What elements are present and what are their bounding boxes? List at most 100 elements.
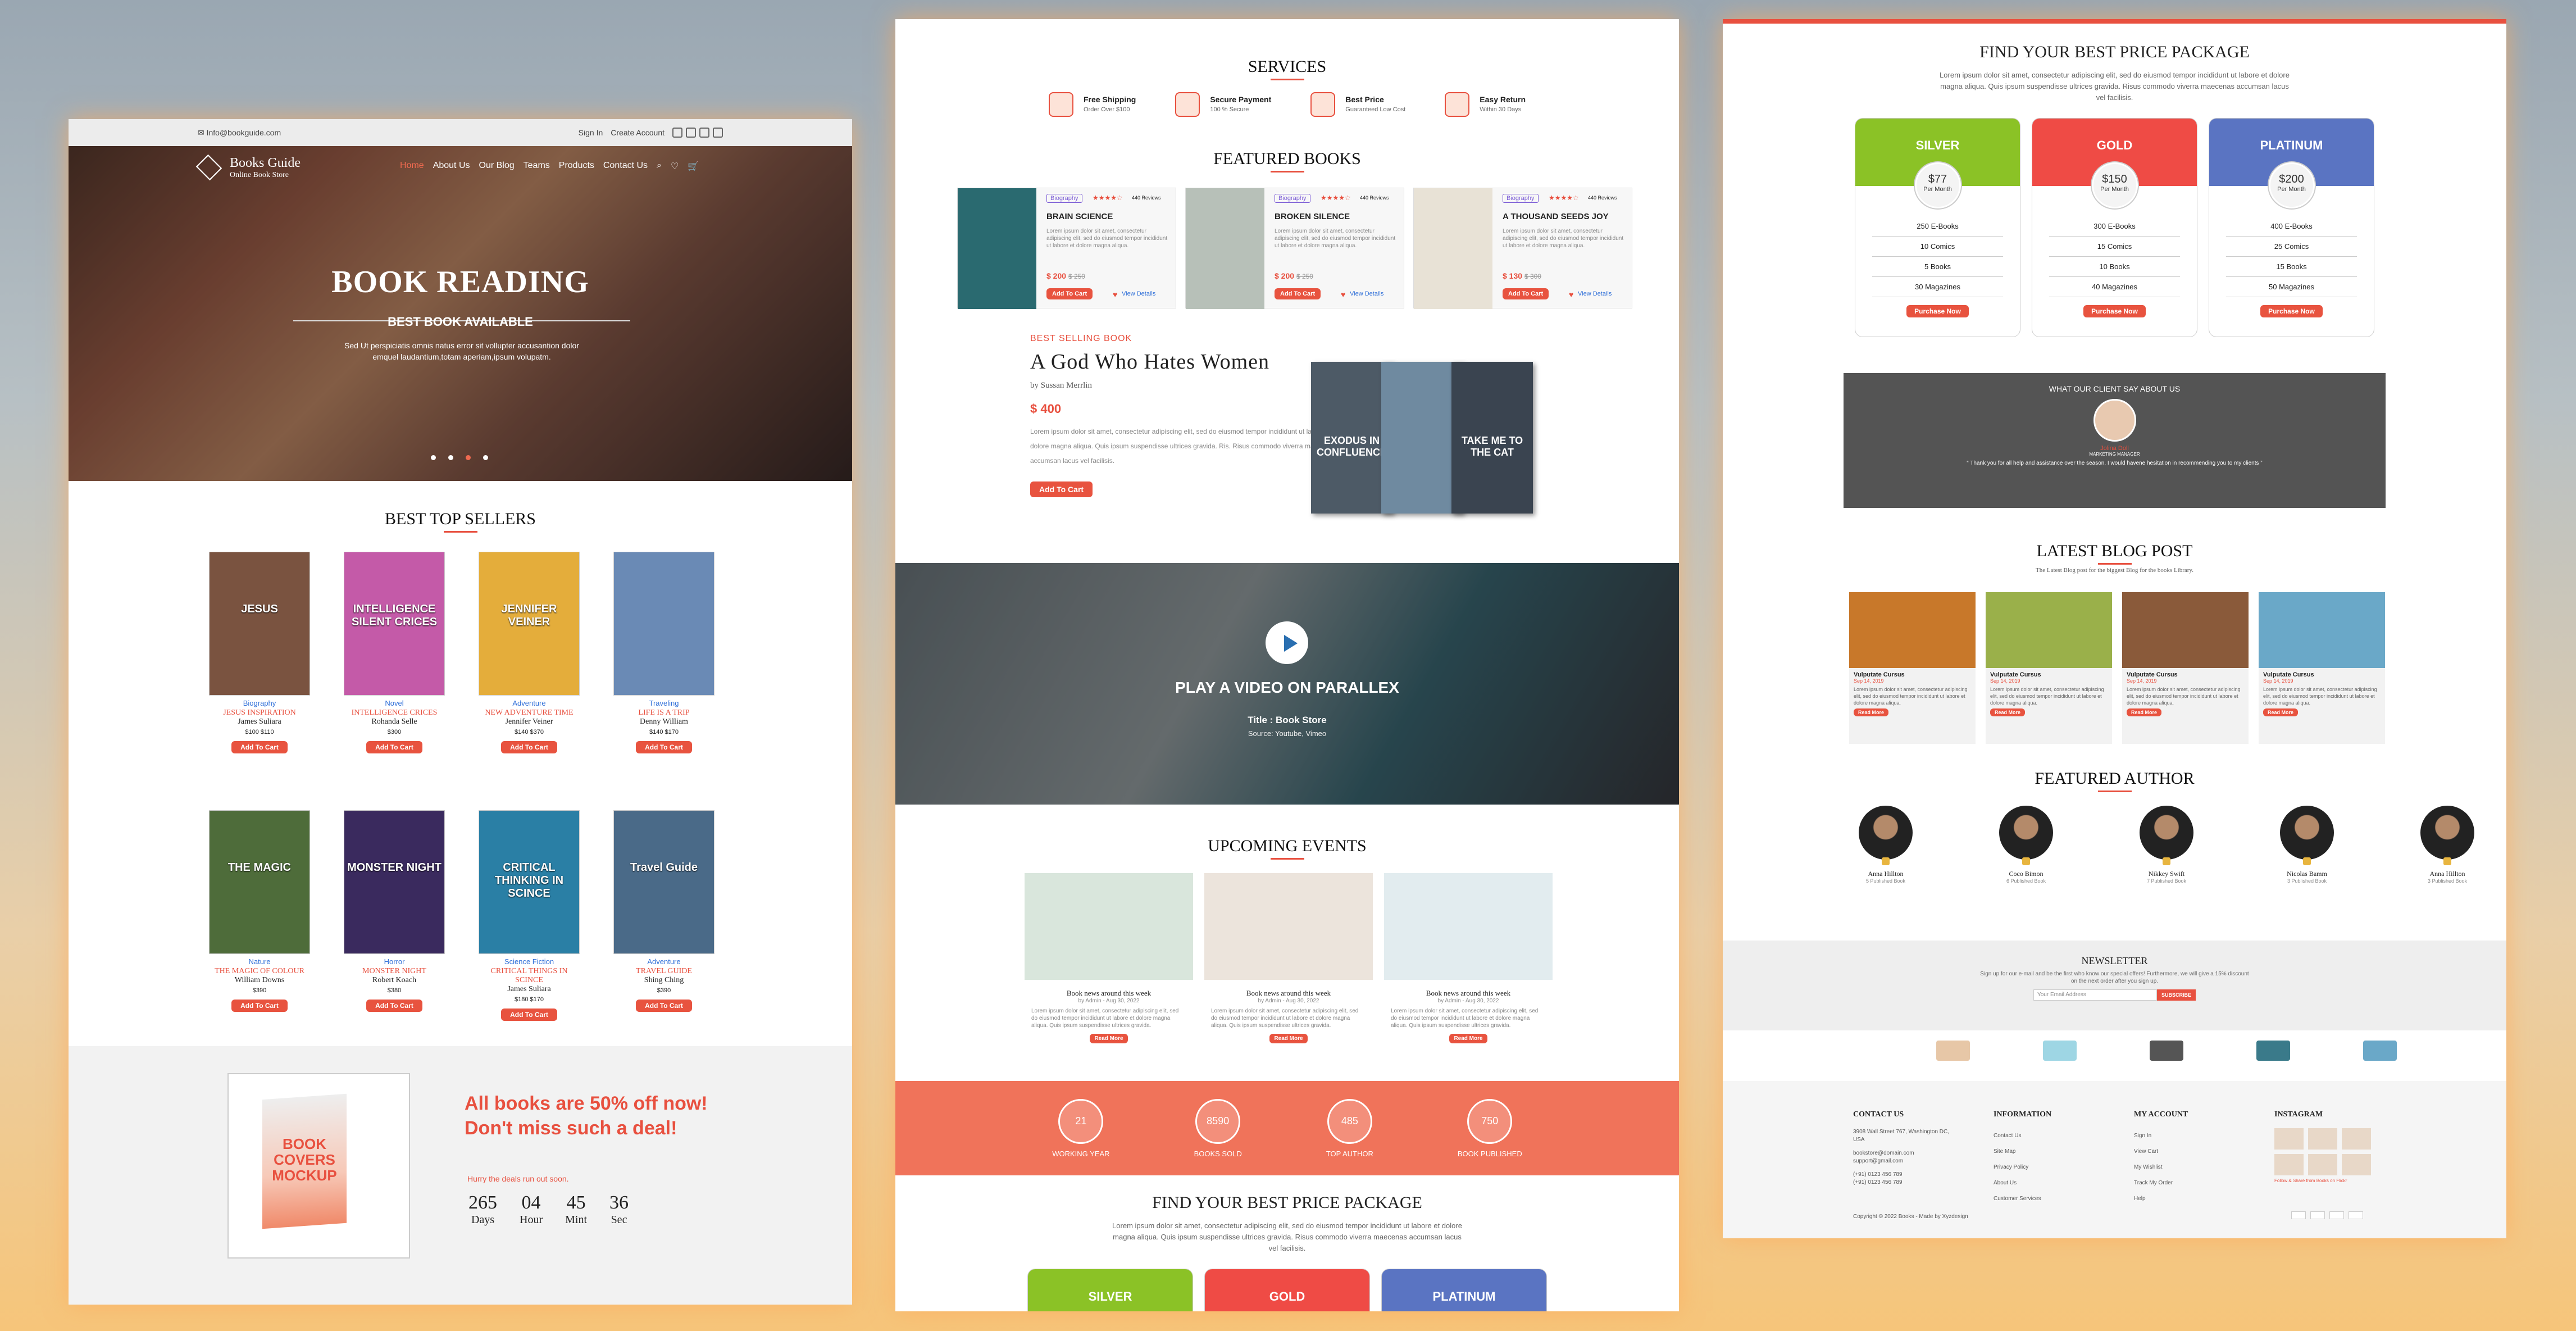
brand-logo[interactable] — [1936, 1041, 1970, 1061]
footer-link[interactable]: Privacy Policy — [1994, 1160, 2051, 1175]
create-account-link[interactable]: Create Account — [611, 128, 665, 137]
category-tag[interactable]: Biography — [1046, 194, 1082, 203]
heart-icon[interactable]: ♥ — [1341, 290, 1345, 299]
add-to-cart-button[interactable]: Add To Cart — [1275, 288, 1321, 299]
event-image[interactable] — [1384, 873, 1553, 980]
blog-title[interactable]: Vulputate Cursus — [2122, 668, 2249, 678]
book-cover[interactable]: THE MAGIC — [209, 810, 310, 954]
newsletter-email-input[interactable]: Your Email Address — [2033, 989, 2157, 1001]
read-more-button[interactable]: Read More — [1990, 708, 2026, 716]
nav-contact[interactable]: Contact Us — [603, 161, 648, 172]
nav-home[interactable]: Home — [400, 161, 424, 172]
book-title[interactable]: MONSTER NIGHT — [344, 967, 445, 976]
add-to-cart-button[interactable]: Add To Cart — [636, 741, 692, 753]
book-cover[interactable]: JENNIFER VEINER — [479, 552, 580, 696]
footer-link[interactable]: Track My Order — [2134, 1175, 2188, 1191]
book-title[interactable]: JESUS INSPIRATION — [209, 708, 310, 717]
add-to-cart-button[interactable]: Add To Cart — [1030, 481, 1093, 497]
site-logo[interactable]: Books Guide Online Book Store — [195, 154, 301, 181]
event-title[interactable]: Book news around this week — [1067, 989, 1151, 997]
read-more-button[interactable]: Read More — [2127, 708, 2162, 716]
purchase-button[interactable]: Purchase Now — [1906, 305, 1969, 317]
brand-logo[interactable] — [2256, 1041, 2290, 1061]
search-icon[interactable]: ⌕ — [657, 161, 662, 172]
nav-blog[interactable]: Our Blog — [479, 161, 515, 172]
footer-link[interactable]: Customer Services — [1994, 1191, 2051, 1207]
add-to-cart-button[interactable]: Add To Cart — [231, 741, 288, 753]
book-category[interactable]: Nature — [209, 957, 310, 966]
author-card[interactable]: Nicolas Bamm 3 Published Book — [2279, 806, 2335, 884]
book-category[interactable]: Biography — [209, 699, 310, 707]
book-title[interactable]: CRITICAL THINGS IN SCINCE — [479, 967, 580, 985]
instagram-icon[interactable] — [686, 128, 696, 138]
twitter-icon[interactable] — [699, 128, 709, 138]
book-title[interactable]: LIFE IS A TRIP — [613, 708, 714, 717]
book-category[interactable]: Novel — [344, 699, 445, 707]
nav-products[interactable]: Products — [559, 161, 594, 172]
slider-dots[interactable] — [431, 455, 488, 460]
brand-logo[interactable] — [2363, 1041, 2397, 1061]
subscribe-button[interactable]: SUBSCRIBE — [2156, 989, 2196, 1001]
event-image[interactable] — [1025, 873, 1193, 980]
blog-image[interactable] — [1986, 592, 2112, 668]
featured-title[interactable]: BRAIN SCIENCE — [1046, 212, 1113, 221]
brand-logo[interactable] — [2043, 1041, 2077, 1061]
event-image[interactable] — [1204, 873, 1373, 980]
footer-link[interactable]: Contact Us — [1994, 1128, 2051, 1144]
read-more-button[interactable]: Read More — [1854, 708, 1889, 716]
blog-title[interactable]: Vulputate Cursus — [2259, 668, 2385, 678]
footer-link[interactable]: Help — [2134, 1191, 2188, 1207]
footer-link[interactable]: About Us — [1994, 1175, 2051, 1191]
footer-link[interactable]: Sign In — [2134, 1128, 2188, 1144]
book-cover[interactable]: INTELLIGENCE SILENT CRICES — [344, 552, 445, 696]
book-cover[interactable]: MONSTER NIGHT — [344, 810, 445, 954]
event-title[interactable]: Book news around this week — [1426, 989, 1510, 997]
blog-image[interactable] — [2259, 592, 2385, 668]
book-cover[interactable]: CRITICAL THINKING IN SCINCE — [479, 810, 580, 954]
view-details-link[interactable]: View Details — [1122, 290, 1155, 297]
instagram-grid[interactable] — [2274, 1128, 2371, 1175]
book-category[interactable]: Traveling — [613, 699, 714, 707]
add-to-cart-button[interactable]: Add To Cart — [501, 741, 557, 753]
add-to-cart-button[interactable]: Add To Cart — [636, 1000, 692, 1012]
facebook-icon[interactable] — [672, 128, 682, 138]
book-category[interactable]: Horror — [344, 957, 445, 966]
book-category[interactable]: Adventure — [479, 699, 580, 707]
add-to-cart-button[interactable]: Add To Cart — [1503, 288, 1549, 299]
heart-icon[interactable]: ♡ — [671, 161, 679, 172]
linkedin-icon[interactable] — [713, 128, 723, 138]
footer-link[interactable]: View Cart — [2134, 1144, 2188, 1160]
read-more-button[interactable]: Read More — [1269, 1034, 1308, 1043]
category-tag[interactable]: Biography — [1275, 194, 1310, 203]
book-cover[interactable]: JESUS — [209, 552, 310, 696]
book-title[interactable]: INTELLIGENCE CRICES — [344, 708, 445, 717]
view-details-link[interactable]: View Details — [1350, 290, 1383, 297]
event-title[interactable]: Book news around this week — [1246, 989, 1331, 997]
email-link[interactable]: ✉ Info@bookguide.com — [198, 128, 281, 138]
heart-icon[interactable]: ♥ — [1113, 290, 1117, 299]
featured-cover[interactable] — [1186, 188, 1264, 309]
author-card[interactable]: Anna Hillton 5 Published Book — [1858, 806, 1914, 884]
featured-cover[interactable] — [1414, 188, 1492, 309]
read-more-button[interactable]: Read More — [2263, 708, 2299, 716]
book-title[interactable]: THE MAGIC OF COLOUR — [209, 967, 310, 976]
nav-about[interactable]: About Us — [433, 161, 470, 172]
view-details-link[interactable]: View Details — [1578, 290, 1612, 297]
blog-image[interactable] — [1849, 592, 1976, 668]
book-category[interactable]: Science Fiction — [479, 957, 580, 966]
featured-title[interactable]: A THOUSAND SEEDS JOY — [1503, 212, 1609, 221]
book-category[interactable]: Adventure — [613, 957, 714, 966]
blog-title[interactable]: Vulputate Cursus — [1849, 668, 1976, 678]
purchase-button[interactable]: Purchase Now — [2083, 305, 2146, 317]
add-to-cart-button[interactable]: Add To Cart — [366, 1000, 422, 1012]
featured-title[interactable]: BROKEN SILENCE — [1275, 212, 1350, 221]
heart-icon[interactable]: ♥ — [1569, 290, 1573, 299]
book-cover[interactable]: Travel Guide — [613, 810, 714, 954]
read-more-button[interactable]: Read More — [1449, 1034, 1487, 1043]
cart-icon[interactable]: 🛒 — [688, 161, 699, 172]
author-card[interactable]: Anna Hillton 3 Published Book — [2419, 806, 2475, 884]
play-button-icon[interactable] — [1266, 621, 1308, 664]
add-to-cart-button[interactable]: Add To Cart — [1046, 288, 1093, 299]
add-to-cart-button[interactable]: Add To Cart — [231, 1000, 288, 1012]
read-more-button[interactable]: Read More — [1090, 1034, 1128, 1043]
